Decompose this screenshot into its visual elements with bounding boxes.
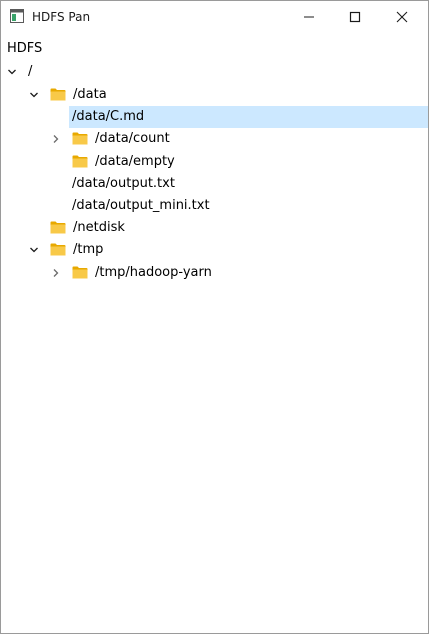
chevron-down-icon[interactable] — [7, 67, 17, 77]
folder-icon — [72, 155, 88, 168]
tree-item-label: / — [28, 64, 33, 79]
tree-header: HDFS — [7, 41, 43, 56]
tree-item[interactable]: /data/output_mini.txt — [1, 195, 428, 217]
tree-item[interactable]: /data/empty — [1, 151, 428, 173]
window-title: HDFS Pan — [32, 10, 91, 24]
tree-item[interactable]: /tmp — [1, 239, 428, 261]
maximize-icon — [349, 11, 361, 23]
tree-item-label: /data — [73, 87, 107, 102]
tree-item-label: /data/count — [95, 131, 170, 146]
tree-view[interactable]: HDFS / /data/data/C.md/data/count/data/em… — [1, 34, 428, 633]
tree-item[interactable]: /data/C.md — [1, 106, 428, 128]
folder-icon — [50, 221, 66, 234]
chevron-down-icon[interactable] — [29, 90, 39, 100]
tree-item-label: /data/output_mini.txt — [72, 198, 210, 213]
tree-item-label: /data/empty — [95, 154, 175, 169]
chevron-right-icon[interactable] — [51, 268, 61, 278]
tree-item-label: /tmp — [73, 242, 104, 257]
tree-item[interactable]: /data — [1, 84, 428, 106]
title-bar[interactable]: HDFS Pan — [1, 1, 428, 33]
tree-item[interactable]: /data/count — [1, 128, 428, 150]
tree-item-label: /data/output.txt — [72, 176, 175, 191]
tree-item[interactable]: /tmp/hadoop-yarn — [1, 262, 428, 284]
chevron-down-icon[interactable] — [29, 245, 39, 255]
maximize-button[interactable] — [332, 1, 378, 33]
tree-item[interactable]: / — [1, 61, 428, 83]
chevron-right-icon[interactable] — [51, 134, 61, 144]
window-app-icon — [10, 9, 24, 23]
close-button[interactable] — [379, 1, 425, 33]
folder-icon — [50, 243, 66, 256]
folder-icon — [50, 88, 66, 101]
minimize-button[interactable] — [286, 1, 332, 33]
folder-icon — [72, 132, 88, 145]
minimize-icon — [304, 16, 314, 18]
tree-item-label: /netdisk — [73, 220, 125, 235]
app-window: HDFS Pan HDFS / /data/data/C.md/data/coun… — [0, 0, 429, 634]
close-icon — [396, 11, 408, 23]
folder-icon — [72, 266, 88, 279]
tree-item[interactable]: /netdisk — [1, 217, 428, 239]
tree-item-label: /tmp/hadoop-yarn — [95, 265, 212, 280]
tree-item-label: /data/C.md — [72, 109, 145, 124]
tree-item[interactable]: /data/output.txt — [1, 173, 428, 195]
